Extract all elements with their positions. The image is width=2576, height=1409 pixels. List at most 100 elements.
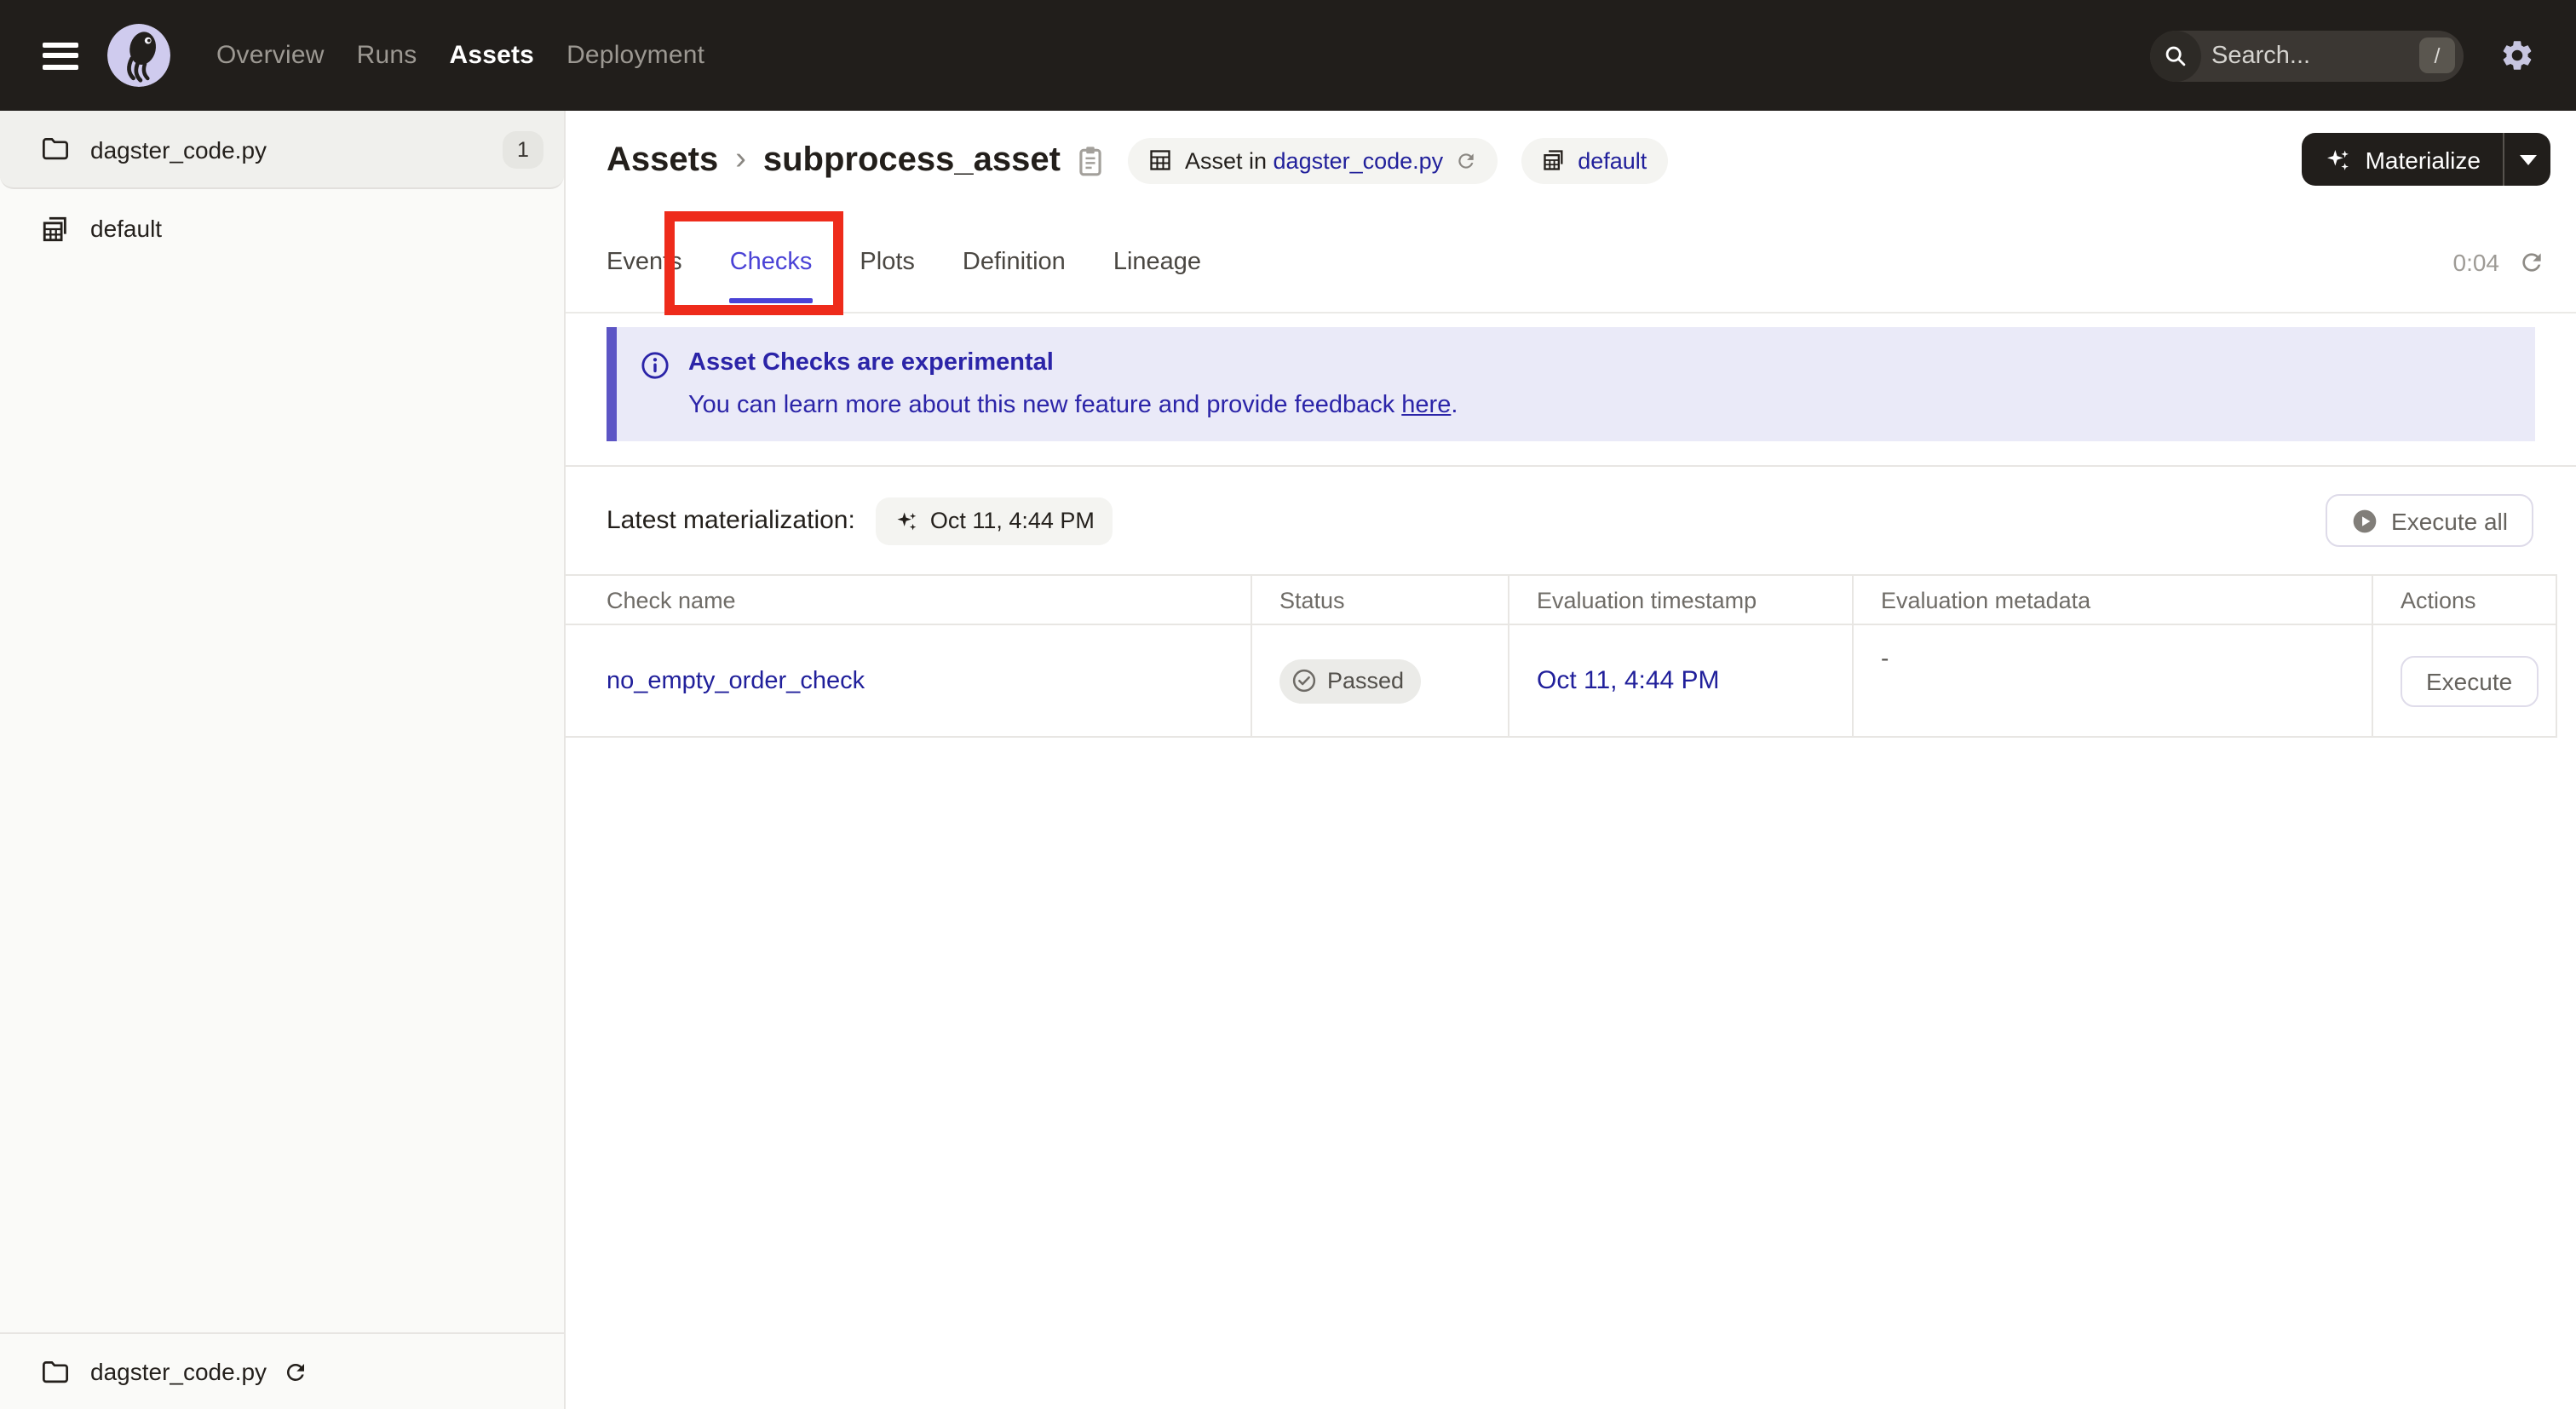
nav-item-deployment[interactable]: Deployment [566,41,704,70]
sidebar: dagster_code.py 1 default dagster_code.p… [0,111,566,1409]
copy-asset-name-button[interactable] [1078,144,1105,176]
asset-tag-prefix: Asset in [1184,147,1274,173]
check-circle-icon [1292,669,1316,693]
search-input[interactable] [2201,42,2419,69]
sidebar-footer-code-location[interactable]: dagster_code.py [0,1332,564,1409]
search-icon [2165,45,2186,66]
folder-icon [43,138,68,160]
actions-cell: Execute [2373,625,2557,736]
nav-item-assets[interactable]: Assets [449,41,534,70]
execute-all-button[interactable]: Execute all [2325,494,2533,547]
evaluation-metadata-cell: - [1854,625,2373,736]
feedback-link[interactable]: here [1401,392,1451,419]
sidebar-item-label: default [90,215,163,242]
table-header-row: Check name Status Evaluation timestamp E… [566,574,2557,625]
checks-table: Check name Status Evaluation timestamp E… [566,574,2557,738]
asset-group-icon [1544,150,1563,170]
tab-lineage[interactable]: Lineage [1113,213,1201,312]
latest-materialization-label: Latest materialization: [607,506,855,535]
tab-plots[interactable]: Plots [860,213,915,312]
page-title: subprocess_asset [762,141,1061,178]
folder-icon [43,1360,68,1383]
search-box[interactable]: / [2150,30,2464,81]
asset-group-icon [43,216,66,241]
materialize-split-button: Materialize [2302,133,2550,186]
asset-group-tag: default [1521,137,1668,183]
caret-down-icon [2519,154,2536,164]
column-header-check-name: Check name [566,576,1252,624]
table-row: no_empty_order_check Passed Oct 11, 4:44… [566,625,2557,738]
refresh-timer: 0:04 [2452,249,2500,276]
dagster-logo [107,24,170,87]
hamburger-icon [43,53,78,58]
asset-table-icon [1151,150,1171,170]
column-header-actions: Actions [2373,576,2557,624]
check-name-cell: no_empty_order_check [566,625,1252,736]
status-cell: Passed [1252,625,1509,736]
asset-tag-text: Asset in dagster_code.py [1185,147,1443,173]
latest-materialization-row: Latest materialization: Oct 11, 4:44 PM … [566,467,2576,574]
tab-events[interactable]: Events [607,213,682,312]
column-header-status: Status [1252,576,1509,624]
tab-list: Events Checks Plots Definition Lineage [607,213,1201,312]
refresh-icon [286,1363,304,1380]
evaluation-timestamp-cell: Oct 11, 4:44 PM [1509,625,1854,736]
settings-button[interactable] [2499,37,2535,73]
column-header-evaluation-timestamp: Evaluation timestamp [1509,576,1854,624]
materialize-button[interactable]: Materialize [2303,133,2503,186]
sparkles-icon [2327,149,2349,170]
banner-body: You can learn more about this new featur… [688,392,1458,419]
hamburger-icon [43,42,78,47]
menu-button[interactable] [43,42,78,69]
group-link[interactable]: default [1578,147,1647,173]
check-name-link[interactable]: no_empty_order_check [607,667,865,694]
evaluation-timestamp-link[interactable]: Oct 11, 4:44 PM [1537,666,1720,695]
asset-tabs: Events Checks Plots Definition Lineage 0… [566,213,2576,313]
sidebar-item-group-default[interactable]: default [0,189,564,267]
breadcrumb-root[interactable]: Assets [607,141,718,180]
sidebar-item-code-location[interactable]: dagster_code.py 1 [0,111,564,189]
execute-button[interactable]: Execute [2401,655,2539,706]
refresh-status: 0:04 [2453,249,2576,276]
asset-header: Assets › subprocess_asset Asset in dagst… [566,111,2576,210]
search-icon-wrap [2150,30,2201,81]
latest-materialization-timestamp: Oct 11, 4:44 PM [929,508,1095,533]
nav-item-runs[interactable]: Runs [357,41,417,70]
latest-materialization-tag[interactable]: Oct 11, 4:44 PM [875,497,1113,544]
materialize-label: Materialize [2365,146,2481,173]
primary-nav: Overview Runs Assets Deployment [216,41,704,70]
code-location-link[interactable]: dagster_code.py [1274,147,1444,173]
status-label: Passed [1327,668,1405,693]
refresh-icon[interactable] [1455,149,1477,171]
reload-location-button[interactable] [282,1359,308,1384]
search-shortcut-key: / [2419,37,2455,73]
tab-checks[interactable]: Checks [729,213,814,312]
experimental-banner: Asset Checks are experimental You can le… [607,327,2535,441]
refresh-icon[interactable] [2518,249,2545,276]
dagster-app: Overview Runs Assets Deployment / [0,0,2576,1409]
nav-item-overview[interactable]: Overview [216,41,325,70]
breadcrumb-separator: › [735,141,746,177]
banner-body-suffix: . [1451,392,1458,419]
banner-body-text: You can learn more about this new featur… [688,392,1402,419]
banner-title: Asset Checks are experimental [688,349,1054,377]
hamburger-icon [43,64,78,69]
asset-count-badge: 1 [503,130,543,168]
materialize-options-button[interactable] [2504,133,2550,186]
gear-icon [2503,41,2532,70]
info-icon [641,351,670,441]
top-nav: Overview Runs Assets Deployment / [0,0,2576,111]
banner-text: Asset Checks are experimental You can le… [688,349,1458,441]
status-badge: Passed [1279,658,1422,703]
sidebar-item-label: dagster_code.py [90,135,267,163]
main-content: Assets › subprocess_asset Asset in dagst… [566,111,2576,1409]
asset-definition-tag: Asset in dagster_code.py [1128,137,1498,183]
execute-all-label: Execute all [2391,507,2508,534]
tab-definition[interactable]: Definition [963,213,1066,312]
sparkles-icon [897,511,917,530]
nav-right: / [2150,30,2552,81]
banner-section: Asset Checks are experimental You can le… [566,313,2576,467]
clipboard-icon [1080,146,1102,175]
play-circle-icon [2352,509,2376,532]
column-header-evaluation-metadata: Evaluation metadata [1854,576,2373,624]
